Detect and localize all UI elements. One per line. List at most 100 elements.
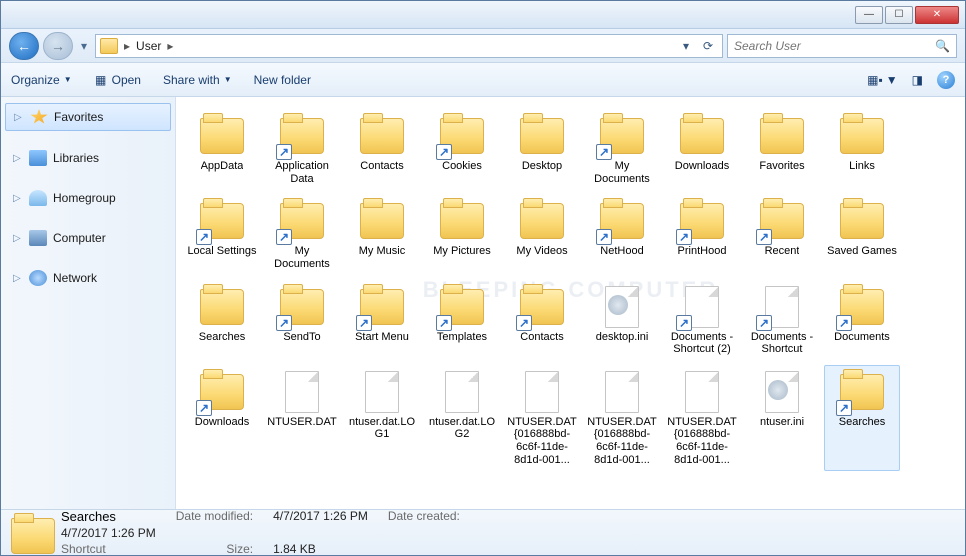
file-item[interactable]: Desktop [504, 109, 580, 190]
file-label: Templates [437, 331, 487, 344]
file-item[interactable]: ↗Searches [824, 365, 900, 472]
breadcrumb-separator[interactable]: ▸ [167, 39, 173, 53]
main-body: ▷Favorites▷Libraries▷Homegroup▷Computer▷… [1, 97, 965, 509]
file-item[interactable]: My Pictures [424, 194, 500, 275]
file-item[interactable]: NTUSER.DAT{016888bd-6c6f-11de-8d1d-001..… [584, 365, 660, 472]
file-list-pane[interactable]: BLEEPING COMPUTER AppData↗Application Da… [176, 97, 965, 509]
file-item[interactable]: ↗Documents - Shortcut [744, 280, 820, 361]
home-icon [29, 190, 47, 206]
file-item[interactable]: ↗Contacts [504, 280, 580, 361]
file-icon [278, 370, 326, 414]
file-item[interactable]: ntuser.dat.LOG1 [344, 365, 420, 472]
tree-expand-icon[interactable]: ▷ [13, 233, 23, 244]
comp-icon [29, 230, 47, 246]
sidebar-item-network[interactable]: ▷Network [5, 265, 171, 291]
file-item[interactable]: Downloads [664, 109, 740, 190]
file-item[interactable]: ntuser.dat.LOG2 [424, 365, 500, 472]
back-button[interactable]: ← [9, 32, 39, 60]
selected-name: Searches [61, 509, 156, 524]
sidebar-item-libraries[interactable]: ▷Libraries [5, 145, 171, 171]
file-icon [518, 370, 566, 414]
file-label: Desktop [522, 160, 562, 173]
file-item[interactable]: ↗Documents - Shortcut (2) [664, 280, 740, 361]
created-label: Date created: [388, 509, 460, 524]
sidebar-item-favorites[interactable]: ▷Favorites [5, 103, 171, 131]
view-options-button[interactable]: ▦▪▼ [867, 71, 897, 89]
selected-item-icon [11, 518, 47, 548]
file-label: NTUSER.DAT{016888bd-6c6f-11de-8d1d-001..… [667, 416, 737, 467]
file-item[interactable]: ↗Downloads [184, 365, 260, 472]
search-box[interactable]: 🔍 [727, 34, 957, 58]
address-dropdown[interactable]: ▾ [676, 36, 696, 56]
file-item[interactable]: NTUSER.DAT{016888bd-6c6f-11de-8d1d-001..… [504, 365, 580, 472]
preview-pane-button[interactable]: ◨ [912, 71, 923, 89]
share-menu[interactable]: Share with▼ [163, 73, 232, 87]
history-dropdown[interactable]: ▾ [77, 32, 91, 60]
file-icon [438, 370, 486, 414]
file-item[interactable]: ↗ Templates [424, 280, 500, 361]
new-folder-button[interactable]: New folder [254, 73, 311, 87]
file-label: Searches [199, 331, 245, 344]
close-button[interactable]: ✕ [915, 6, 959, 24]
net-icon [29, 270, 47, 286]
tree-expand-icon[interactable]: ▷ [14, 112, 24, 123]
shortcut-overlay-icon: ↗ [516, 315, 532, 331]
folder-icon [678, 114, 726, 158]
modified-label: Date modified: [176, 509, 253, 524]
forward-button[interactable]: → [43, 32, 73, 60]
file-label: Cookies [442, 160, 482, 173]
file-item[interactable]: NTUSER.DAT [264, 365, 340, 472]
file-item[interactable]: ↗Recent [744, 194, 820, 275]
folder-icon [358, 114, 406, 158]
file-item[interactable]: Contacts [344, 109, 420, 190]
file-label: NTUSER.DAT{016888bd-6c6f-11de-8d1d-001..… [587, 416, 657, 467]
file-item[interactable]: ↗Local Settings [184, 194, 260, 275]
file-label: My Music [359, 245, 405, 258]
help-button[interactable]: ? [937, 71, 955, 89]
file-item[interactable]: My Videos [504, 194, 580, 275]
file-item[interactable]: ↗Documents [824, 280, 900, 361]
file-item[interactable]: Saved Games [824, 194, 900, 275]
breadcrumb-separator[interactable]: ▸ [124, 39, 130, 53]
folder-icon: ↗ [598, 199, 646, 243]
file-item[interactable]: Searches [184, 280, 260, 361]
file-icon [758, 370, 806, 414]
sidebar-item-homegroup[interactable]: ▷Homegroup [5, 185, 171, 211]
file-item[interactable]: ↗Cookies [424, 109, 500, 190]
folder-icon [438, 199, 486, 243]
folder-icon [358, 199, 406, 243]
gear-icon [768, 380, 788, 400]
tree-expand-icon[interactable]: ▷ [13, 153, 23, 164]
open-button[interactable]: ▦Open [94, 73, 141, 87]
maximize-button[interactable]: ☐ [885, 6, 913, 24]
file-item[interactable]: NTUSER.DAT{016888bd-6c6f-11de-8d1d-001..… [664, 365, 740, 472]
file-item[interactable]: ↗SendTo [264, 280, 340, 361]
organize-menu[interactable]: Organize▼ [11, 73, 72, 87]
sidebar-item-computer[interactable]: ▷Computer [5, 225, 171, 251]
file-item[interactable]: Links [824, 109, 900, 190]
search-input[interactable] [734, 39, 935, 53]
tree-expand-icon[interactable]: ▷ [13, 273, 23, 284]
shortcut-overlay-icon: ↗ [756, 229, 772, 245]
address-bar[interactable]: ▸ User ▸ ▾ ⟳ [95, 34, 723, 58]
minimize-button[interactable]: — [855, 6, 883, 24]
folder-icon [198, 285, 246, 329]
breadcrumb-user[interactable]: User [136, 39, 161, 53]
titlebar: — ☐ ✕ [1, 1, 965, 29]
file-item[interactable]: Favorites [744, 109, 820, 190]
folder-icon [518, 199, 566, 243]
file-item[interactable]: ↗Start Menu [344, 280, 420, 361]
file-item[interactable]: ↗My Documents [264, 194, 340, 275]
tree-expand-icon[interactable]: ▷ [13, 193, 23, 204]
file-item[interactable]: ↗My Documents [584, 109, 660, 190]
file-item[interactable]: AppData [184, 109, 260, 190]
folder-icon: ↗ [438, 285, 486, 329]
file-item[interactable]: ntuser.ini [744, 365, 820, 472]
file-item[interactable]: ↗Application Data [264, 109, 340, 190]
file-item[interactable]: desktop.ini [584, 280, 660, 361]
file-item[interactable]: ↗PrintHood [664, 194, 740, 275]
file-label: AppData [201, 160, 244, 173]
file-item[interactable]: My Music [344, 194, 420, 275]
file-item[interactable]: ↗NetHood [584, 194, 660, 275]
refresh-button[interactable]: ⟳ [698, 36, 718, 56]
